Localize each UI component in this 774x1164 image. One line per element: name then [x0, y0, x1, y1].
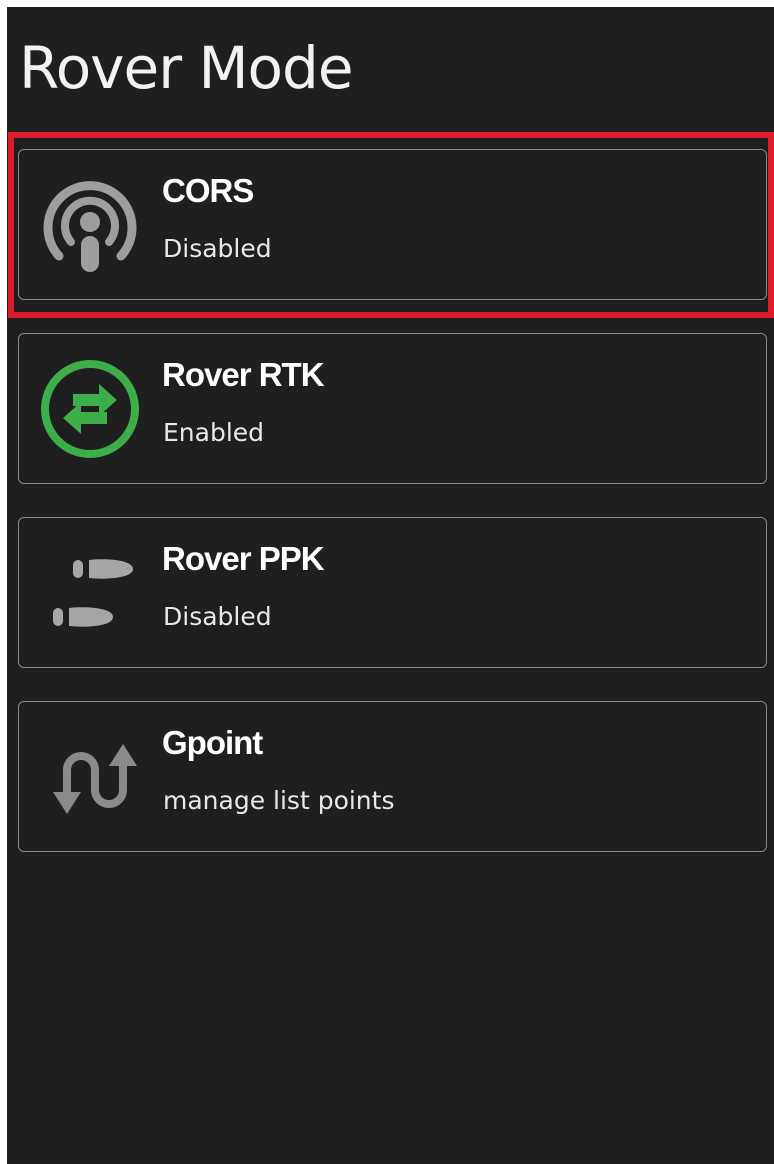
mode-title: Rover PPK — [162, 540, 325, 577]
mode-title: Gpoint — [162, 724, 263, 761]
mode-title: CORS — [162, 172, 254, 209]
swap-arrows-icon — [37, 356, 143, 462]
mode-status: Disabled — [163, 234, 272, 263]
mode-card-cors[interactable]: CORS Disabled — [18, 149, 767, 300]
mode-status: Enabled — [163, 418, 265, 447]
mode-card-rover-ppk[interactable]: Rover PPK Disabled — [18, 517, 767, 668]
mode-card-gpoint[interactable]: Gpoint manage list points — [18, 701, 767, 852]
mode-title: Rover RTK — [162, 356, 325, 393]
mode-status: Disabled — [163, 602, 272, 631]
page-title: Rover Mode — [19, 34, 353, 102]
shoe-prints-icon — [37, 540, 143, 646]
mode-status: manage list points — [163, 786, 395, 815]
rover-mode-screen: Rover Mode CORS Disabled Rover RTK Enabl… — [7, 7, 774, 1164]
route-arrows-icon — [37, 724, 143, 830]
podcast-icon — [37, 172, 143, 278]
mode-card-rover-rtk[interactable]: Rover RTK Enabled — [18, 333, 767, 484]
